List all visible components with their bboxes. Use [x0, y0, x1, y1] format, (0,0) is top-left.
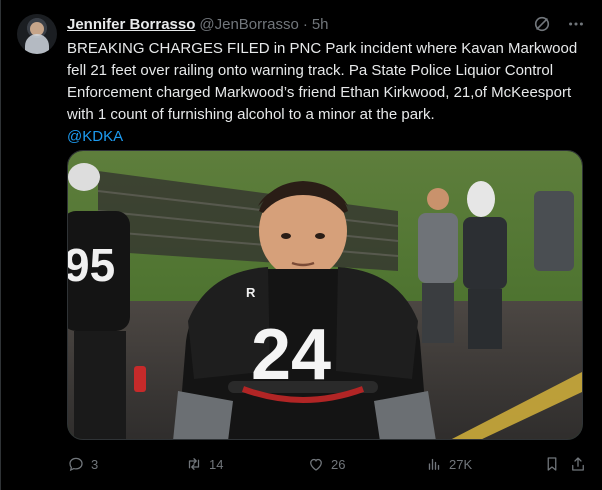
separator-dot: ·: [302, 15, 308, 33]
tweet-photo[interactable]: 95 R 24: [67, 150, 583, 440]
shoulder-logo: R: [246, 285, 256, 300]
more-options-icon[interactable]: [566, 14, 586, 34]
repost-action[interactable]: 14: [185, 455, 307, 473]
header-icons: [532, 14, 586, 34]
tweet-header: Jennifer Borrasso @JenBorrasso · 5h: [67, 14, 586, 34]
tweet-timestamp[interactable]: 5h: [312, 16, 329, 33]
views-action[interactable]: 27K: [425, 455, 543, 473]
like-action[interactable]: 26: [307, 455, 425, 473]
tweet-text: BREAKING CHARGES FILED in PNC Park incid…: [67, 38, 587, 148]
mention-link[interactable]: @KDKA: [67, 126, 587, 148]
reply-action[interactable]: 3: [67, 455, 185, 473]
author-handle[interactable]: @JenBorrasso: [199, 16, 298, 33]
author-avatar[interactable]: [17, 14, 57, 54]
tweet-body: BREAKING CHARGES FILED in PNC Park incid…: [67, 40, 578, 123]
trash-can: [534, 191, 574, 271]
like-count: 26: [331, 456, 346, 472]
share-icon: [572, 457, 584, 471]
reply-count: 3: [91, 456, 99, 472]
tweet-card[interactable]: Jennifer Borrasso @JenBorrasso · 5h BREA…: [0, 0, 602, 490]
views-count: 27K: [449, 456, 473, 472]
tweet-actions: 3 14 26 27K: [67, 452, 589, 476]
bookmark-icon: [547, 457, 557, 471]
grok-icon[interactable]: [532, 14, 552, 34]
jersey-number-back: 95: [68, 239, 115, 291]
repost-count: 14: [209, 456, 224, 472]
repost-icon: [188, 458, 200, 470]
views-icon: [428, 458, 440, 470]
football-player-photo: 95 R 24: [68, 151, 582, 439]
author-name[interactable]: Jennifer Borrasso: [67, 16, 195, 33]
heart-icon: [310, 458, 322, 471]
reply-icon: [69, 457, 83, 472]
share-action[interactable]: [569, 455, 589, 473]
bookmark-action[interactable]: [543, 455, 569, 473]
